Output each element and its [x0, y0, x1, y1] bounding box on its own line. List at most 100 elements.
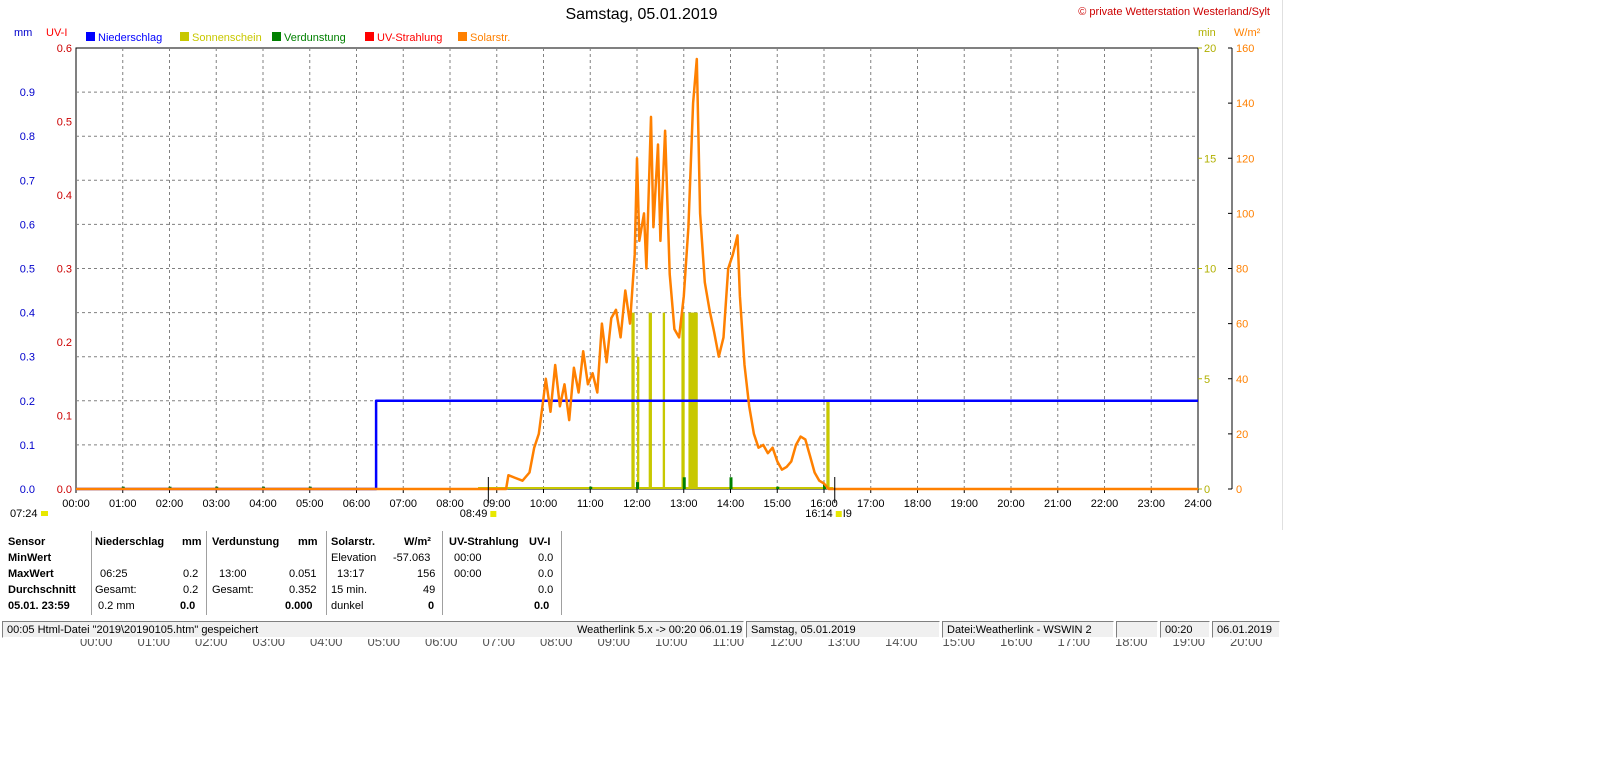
legend-label-4: Solarstr.	[470, 32, 510, 44]
overflow-tick-label: 06:00	[425, 639, 458, 649]
solar-max-time: 13:17	[337, 568, 365, 580]
y-axis-min-unit: min	[1198, 27, 1216, 39]
overflow-tick-label: 08:00	[540, 639, 573, 649]
overflow-tick-label: 09:00	[597, 639, 631, 649]
x-tick-label: 19:00	[950, 498, 978, 510]
overflow-tick-label: 18:00	[1115, 639, 1148, 649]
legend-swatch-2	[272, 32, 281, 41]
y-tick-wm2: 60	[1236, 319, 1248, 331]
overflow-tick-label: 00:00	[80, 639, 113, 649]
y-tick-min: 5	[1204, 374, 1210, 386]
legend-label-0: Niederschlag	[98, 32, 162, 44]
sunshine-bar	[826, 400, 830, 489]
x-tick-label: 18:00	[904, 498, 932, 510]
status-file-text: 00:05 Html-Datei "2019\20190105.htm" ges…	[7, 624, 259, 636]
status-bar: 00:05 Html-Datei "2019\20190105.htm" ges…	[0, 621, 1283, 639]
y-tick-uv: 0.5	[57, 117, 72, 129]
y-tick-uv: 0.0	[57, 484, 72, 496]
y-tick-mm: 0.7	[20, 175, 35, 187]
y-tick-wm2: 120	[1236, 153, 1254, 165]
x-tick-label: 24:00	[1184, 498, 1212, 510]
y-tick-uv: 0.4	[57, 190, 72, 202]
y-tick-min: 15	[1204, 153, 1216, 165]
evaporation-mark	[589, 486, 593, 489]
solar-elevation-label: Elevation	[331, 552, 377, 564]
y-tick-mm: 0.5	[20, 264, 35, 276]
uv-min-time: 00:00	[454, 552, 482, 564]
y-tick-uv: 0.3	[57, 264, 72, 276]
legend-swatch-4	[458, 32, 467, 41]
y-tick-wm2: 100	[1236, 208, 1254, 220]
y-tick-wm2: 40	[1236, 374, 1248, 386]
evap-max-time: 13:00	[219, 568, 247, 580]
rain-sum-text: 0.2 mm	[98, 600, 135, 612]
status-source: Datei:Weatherlink - WSWIN 2	[942, 621, 1114, 638]
overflow-tick-label: 01:00	[137, 639, 171, 649]
x-tick-label: 21:00	[1044, 498, 1072, 510]
y-tick-uv: 0.1	[57, 411, 72, 423]
x-tick-label: 02:00	[156, 498, 184, 510]
stats-date-label: 05.01. 23:59	[8, 600, 70, 612]
stats-avg-label: Durchschnitt	[8, 584, 76, 596]
overflow-tick-label: 10:00	[655, 639, 688, 649]
y-axis-uv-unit: UV-I	[46, 27, 67, 39]
x-tick-label: 00:00	[62, 498, 90, 510]
x-tick-label: 12:00	[623, 498, 651, 510]
evaporation-mark	[636, 482, 639, 489]
sunrise-left-icon	[41, 511, 48, 516]
y-tick-mm: 0.3	[20, 352, 35, 364]
rain-total-label: Gesamt:	[95, 584, 137, 596]
overflow-tick-label: 07:00	[482, 639, 516, 649]
legend-swatch-1	[180, 32, 189, 41]
status-file-saved: 00:05 Html-Datei "2019\20190105.htm" ges…	[2, 621, 744, 638]
solar-title: Solarstr.	[331, 536, 376, 548]
y-tick-mm: 0.9	[20, 87, 35, 99]
y-axis-mm-unit: mm	[14, 27, 32, 39]
y-tick-wm2: 0	[1236, 484, 1242, 496]
sunrise-label: 08:49	[460, 508, 488, 520]
overflow-tick-label: 20:00	[1230, 639, 1263, 649]
x-tick-label: 03:00	[202, 498, 230, 510]
rain-total-value: 0.2	[183, 584, 199, 596]
sunshine-bar	[637, 356, 640, 489]
evaporation-mark	[729, 477, 733, 489]
y-tick-min: 20	[1204, 43, 1216, 55]
y-tick-uv: 0.6	[57, 43, 72, 55]
legend-swatch-0	[86, 32, 95, 41]
uv-max-time: 00:00	[454, 568, 482, 580]
solar-elevation-value: -57.063	[393, 552, 431, 564]
rain-unit: mm	[182, 536, 202, 548]
y-tick-wm2: 160	[1236, 43, 1254, 55]
x-tick-label: 17:00	[857, 498, 885, 510]
y-tick-mm: 0.4	[20, 308, 35, 320]
x-tick-label: 04:00	[249, 498, 277, 510]
x-tick-label: 11:00	[577, 498, 604, 510]
stats-min-label: MinWert	[8, 552, 52, 564]
uv-max-value: 0.0	[538, 568, 554, 580]
y-tick-mm: 0.0	[20, 484, 35, 496]
y-tick-mm: 0.2	[20, 396, 35, 408]
y-tick-mm: 0.1	[20, 440, 35, 452]
overflow-tick-label: 11:00	[712, 639, 745, 649]
x-tick-label: 05:00	[296, 498, 324, 510]
evaporation-mark	[776, 486, 780, 489]
overflow-tick-label: 13:00	[827, 639, 861, 649]
x-tick-label: 06:00	[343, 498, 371, 510]
overflow-tick-label: 12:00	[770, 639, 803, 649]
evap-unit: mm	[298, 536, 318, 548]
evaporation-mark	[682, 477, 686, 489]
solar-dark-value: 0	[428, 600, 435, 612]
solar-max-value: 156	[417, 568, 436, 580]
y-axis-wm2-unit: W/m²	[1234, 27, 1261, 39]
x-tick-label: 01:00	[109, 498, 137, 510]
status-empty	[1116, 621, 1158, 638]
solar-unit: W/m²	[404, 536, 431, 548]
evap-title: Verdunstung	[212, 536, 280, 548]
y-tick-min: 0	[1204, 484, 1210, 496]
chart-legend: Niederschlag Sonnenschein Verdunstung UV-St…	[86, 32, 510, 44]
overflow-tick-label: 05:00	[367, 639, 401, 649]
statistics-panel: Sensor MinWert MaxWert Durchschnitt 05.0…	[0, 531, 565, 615]
weather-chart: Niederschlag Sonnenschein Verdunstung UV-St…	[10, 0, 1283, 530]
legend-label-2: Verdunstung	[284, 32, 346, 44]
y-tick-wm2: 20	[1236, 429, 1248, 441]
